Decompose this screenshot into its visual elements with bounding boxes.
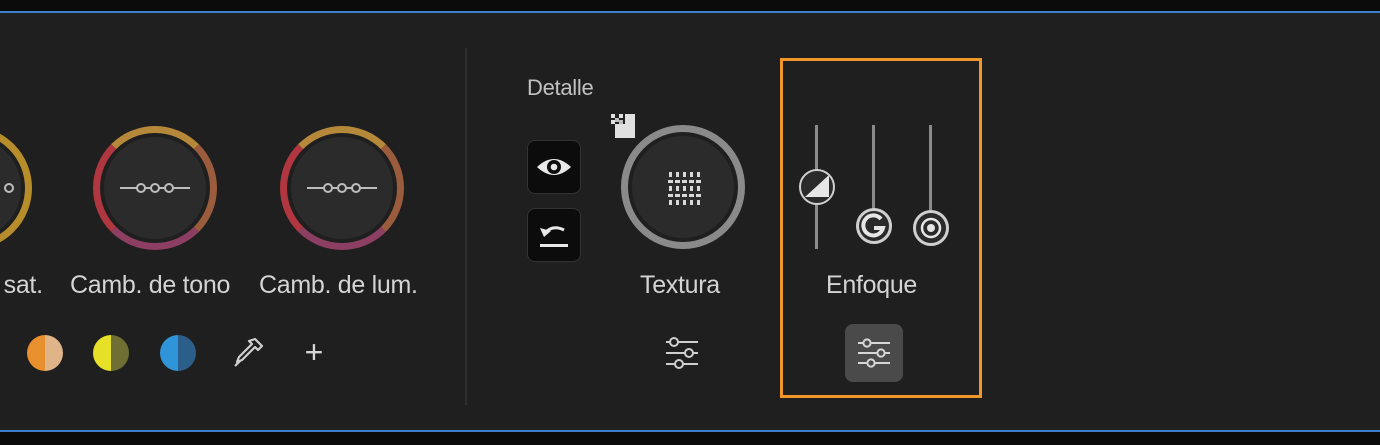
texture-checker-icon: [609, 112, 637, 140]
texture-dial[interactable]: [621, 125, 745, 249]
color-swatch-blue[interactable]: [160, 335, 196, 371]
eye-icon: [537, 159, 571, 175]
plus-icon[interactable]: +: [300, 336, 328, 368]
color-swatch-yellow[interactable]: [93, 335, 129, 371]
color-swatch-orange[interactable]: [27, 335, 63, 371]
reset-button[interactable]: [527, 208, 581, 262]
hue-wheel[interactable]: [93, 126, 217, 250]
texture-settings-icon[interactable]: [662, 335, 702, 371]
section-divider: [465, 48, 467, 405]
preview-toggle-button[interactable]: [527, 140, 581, 194]
saturation-wheel-label: Camb. de sat.: [0, 271, 43, 299]
luminance-wheel-label: Camb. de lum.: [259, 271, 418, 299]
detail-section-title: Detalle: [527, 75, 594, 100]
texture-grid-icon: [668, 172, 701, 205]
undo-icon: [540, 226, 568, 247]
saturation-wheel[interactable]: [0, 126, 32, 250]
texture-label: Textura: [640, 271, 720, 299]
hue-wheel-label: Camb. de tono: [70, 271, 231, 299]
color-detail-panel: Camb. de sat. Camb. de tono Camb. de lum…: [0, 11, 1380, 432]
eyedropper-icon[interactable]: [230, 335, 266, 371]
sharpen-highlight-box: [780, 58, 982, 398]
luminance-wheel[interactable]: [280, 126, 404, 250]
